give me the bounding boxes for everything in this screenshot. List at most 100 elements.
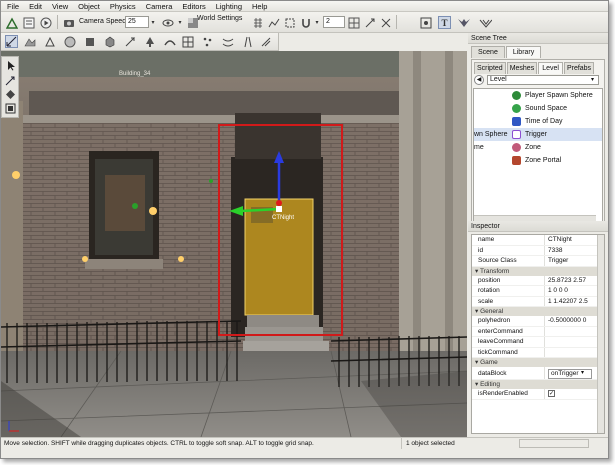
datablock-dropdown[interactable]: onTrigger — [548, 369, 592, 379]
handle-size-icon[interactable] — [379, 16, 392, 29]
field-name[interactable]: name CTNight — [472, 235, 604, 246]
list-item[interactable]: Time of Day — [474, 115, 602, 128]
menu-camera[interactable]: Camera — [146, 2, 173, 11]
menu-object[interactable]: Object — [78, 2, 100, 11]
list-item[interactable]: Sound Space — [474, 102, 602, 115]
level-dropdown-row: ◀ Level ▾ — [474, 75, 602, 86]
rotate-tool-icon[interactable] — [4, 88, 17, 101]
field-rotation[interactable]: rotation 1 0 0 0 — [472, 286, 604, 297]
level-dropdown[interactable]: Level — [487, 75, 599, 85]
field-tick-command[interactable]: tickCommand — [472, 347, 604, 358]
sound-icon — [512, 104, 521, 113]
terrain-editor-icon[interactable] — [23, 35, 36, 48]
green-sphere-icon — [512, 91, 521, 100]
forest-editor-icon[interactable] — [143, 35, 156, 48]
3d-viewport[interactable]: Building_34 CTNight — [1, 51, 467, 437]
gizmo-move-icon[interactable] — [5, 35, 18, 48]
list-item[interactable]: Zone Portal — [474, 154, 602, 167]
object-toolbar — [1, 33, 279, 51]
terrain-paint-icon[interactable] — [43, 35, 56, 48]
datablock-dropdown-arrow-icon[interactable]: ▾ — [581, 367, 584, 379]
river-editor-icon[interactable] — [221, 35, 234, 48]
list-item[interactable]: Player Spawn Sphere — [474, 89, 602, 102]
snap-grid-icon[interactable] — [251, 16, 264, 29]
status-hint: Move selection. SHIFT while dragging dup… — [4, 440, 314, 447]
field-id[interactable]: id 7338 — [472, 245, 604, 256]
material-sphere-icon[interactable] — [63, 35, 76, 48]
field-scale[interactable]: scale 1 1.42207 2.5 — [472, 296, 604, 307]
gui-editor-icon[interactable] — [22, 16, 35, 29]
grid-size-input[interactable]: 2 — [323, 16, 345, 28]
tab-library[interactable]: Library — [505, 46, 542, 58]
world-editor-icon[interactable] — [5, 16, 18, 29]
grid-settings-icon[interactable] — [347, 16, 360, 29]
section-editing[interactable]: ▾ Editing — [472, 380, 604, 389]
menu-physics[interactable]: Physics — [110, 2, 136, 11]
center-selection-icon[interactable] — [419, 16, 432, 29]
menu-help[interactable]: Help — [252, 2, 267, 11]
navmesh-editor-icon[interactable] — [181, 35, 194, 48]
back-arrow-icon[interactable]: ◀ — [474, 75, 484, 85]
scene-tree-panel: Scene Tree Scene Library Scripted Meshes… — [468, 33, 608, 229]
status-extra-field — [519, 439, 589, 448]
section-game[interactable]: ▾ Game — [472, 358, 604, 367]
move-tool-icon[interactable] — [4, 74, 17, 87]
menu-bar: File Edit View Object Physics Camera Edi… — [1, 1, 608, 12]
list-item[interactable]: me Zone — [474, 141, 602, 154]
menu-lighting[interactable]: Lighting — [216, 2, 242, 11]
sweep-icon[interactable] — [479, 16, 492, 29]
snap-dropdown-icon[interactable]: ▾ — [313, 16, 321, 29]
particle-editor-icon[interactable] — [201, 35, 214, 48]
select-arrow-icon[interactable] — [4, 59, 17, 72]
convex-shape-icon[interactable] — [103, 35, 116, 48]
snap-bounds-icon[interactable] — [283, 16, 296, 29]
list-item-selected[interactable]: wn Sphere Trigger — [474, 128, 602, 141]
tab-scripted[interactable]: Scripted — [474, 62, 506, 74]
menu-view[interactable]: View — [52, 2, 68, 11]
field-source-class[interactable]: Source Class Trigger — [472, 256, 604, 267]
bookmark-icon[interactable] — [457, 16, 470, 29]
road-editor-icon[interactable] — [241, 35, 254, 48]
level-object-list: Player Spawn Sphere Sound Space Time of … — [473, 88, 603, 223]
play-icon[interactable] — [39, 16, 52, 29]
field-position[interactable]: position 25.8723 2.57 — [472, 275, 604, 286]
camera-icon[interactable] — [62, 16, 75, 29]
snap-terrain-icon[interactable] — [267, 16, 280, 29]
clock-icon — [512, 117, 521, 126]
tab-meshes[interactable]: Meshes — [506, 62, 538, 74]
camera-speed-input[interactable]: 25 — [125, 16, 149, 28]
tab-level[interactable]: Level — [538, 62, 563, 74]
visibility-dropdown-icon[interactable]: ▾ — [176, 16, 184, 29]
field-enter-command[interactable]: enterCommand — [472, 326, 604, 337]
field-leave-command[interactable]: leaveCommand — [472, 337, 604, 348]
section-transform[interactable]: ▾ Transform — [472, 266, 604, 276]
tab-scene[interactable]: Scene — [471, 46, 505, 58]
menu-file[interactable]: File — [7, 2, 19, 11]
tab-prefabs[interactable]: Prefabs — [563, 62, 595, 74]
visibility-eye-icon[interactable] — [161, 16, 174, 29]
field-datablock[interactable]: dataBlock onTrigger ▾ — [472, 367, 604, 380]
menu-editors[interactable]: Editors — [182, 2, 205, 11]
snap-magnet-icon[interactable] — [299, 16, 312, 29]
scale-tool-icon[interactable] — [4, 102, 17, 115]
inspector-title: Inspector — [468, 221, 608, 232]
inspector-scrollbar[interactable] — [597, 235, 604, 433]
section-general[interactable]: ▾ General — [472, 307, 604, 316]
mesh-road-editor-icon[interactable] — [163, 35, 176, 48]
editor-window: File Edit View Object Physics Camera Edi… — [0, 0, 609, 459]
render-enabled-checkbox[interactable]: ✓ — [548, 390, 555, 397]
object-transform-icon[interactable] — [363, 16, 376, 29]
field-polyhedron[interactable]: polyhedron -0.5000000 0 — [472, 316, 604, 327]
inspector-panel: Inspector name CTNight id 7338 Source Clas… — [468, 221, 608, 437]
trigger-icon — [512, 130, 521, 139]
text-labels-icon[interactable]: T — [438, 16, 451, 29]
dropdown-arrow-icon[interactable]: ▾ — [591, 76, 594, 83]
field-is-render-enabled[interactable]: isRenderEnabled ✓ — [472, 389, 604, 400]
shape-editor-icon[interactable] — [259, 35, 272, 48]
mesh-road-icon[interactable] — [83, 35, 96, 48]
zone-icon — [512, 143, 521, 152]
camera-speed-dropdown-icon[interactable]: ▾ — [149, 16, 157, 29]
decal-editor-icon[interactable] — [123, 35, 136, 48]
menu-edit[interactable]: Edit — [29, 2, 42, 11]
world-settings-label[interactable]: World Settings — [197, 14, 247, 24]
